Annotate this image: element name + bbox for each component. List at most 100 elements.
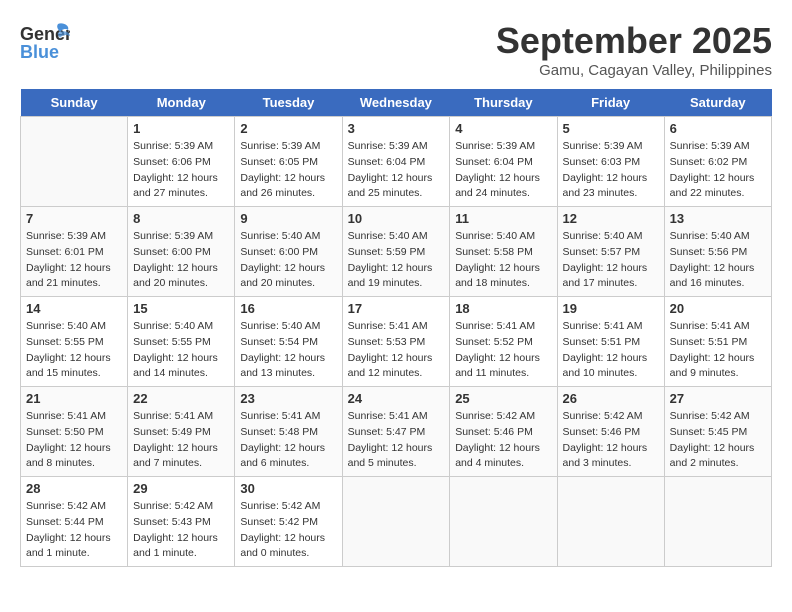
weekday-header-thursday: Thursday xyxy=(450,89,557,117)
day-cell: 12 Sunrise: 5:40 AMSunset: 5:57 PMDayligh… xyxy=(557,207,664,297)
day-cell xyxy=(557,477,664,567)
day-info: Sunrise: 5:41 AMSunset: 5:49 PMDaylight:… xyxy=(133,409,229,472)
day-cell: 15 Sunrise: 5:40 AMSunset: 5:55 PMDayligh… xyxy=(128,297,235,387)
day-number: 11 xyxy=(455,211,551,226)
day-info: Sunrise: 5:41 AMSunset: 5:47 PMDaylight:… xyxy=(348,409,445,472)
day-cell: 1 Sunrise: 5:39 AMSunset: 6:06 PMDaylight… xyxy=(128,117,235,207)
day-info: Sunrise: 5:42 AMSunset: 5:42 PMDaylight:… xyxy=(240,499,336,562)
day-number: 6 xyxy=(670,121,766,136)
day-info: Sunrise: 5:41 AMSunset: 5:48 PMDaylight:… xyxy=(240,409,336,472)
day-number: 13 xyxy=(670,211,766,226)
day-number: 29 xyxy=(133,481,229,496)
weekday-header-row: SundayMondayTuesdayWednesdayThursdayFrid… xyxy=(21,89,772,117)
day-info: Sunrise: 5:40 AMSunset: 5:56 PMDaylight:… xyxy=(670,229,766,292)
day-cell: 17 Sunrise: 5:41 AMSunset: 5:53 PMDayligh… xyxy=(342,297,450,387)
day-info: Sunrise: 5:39 AMSunset: 6:01 PMDaylight:… xyxy=(26,229,122,292)
day-cell: 7 Sunrise: 5:39 AMSunset: 6:01 PMDaylight… xyxy=(21,207,128,297)
day-cell: 29 Sunrise: 5:42 AMSunset: 5:43 PMDayligh… xyxy=(128,477,235,567)
day-number: 20 xyxy=(670,301,766,316)
day-number: 17 xyxy=(348,301,445,316)
day-cell: 14 Sunrise: 5:40 AMSunset: 5:55 PMDayligh… xyxy=(21,297,128,387)
day-cell: 22 Sunrise: 5:41 AMSunset: 5:49 PMDayligh… xyxy=(128,387,235,477)
day-number: 21 xyxy=(26,391,122,406)
day-info: Sunrise: 5:41 AMSunset: 5:51 PMDaylight:… xyxy=(670,319,766,382)
day-info: Sunrise: 5:39 AMSunset: 6:06 PMDaylight:… xyxy=(133,139,229,202)
day-number: 25 xyxy=(455,391,551,406)
weekday-header-saturday: Saturday xyxy=(664,89,771,117)
weekday-header-monday: Monday xyxy=(128,89,235,117)
day-info: Sunrise: 5:40 AMSunset: 5:59 PMDaylight:… xyxy=(348,229,445,292)
day-info: Sunrise: 5:40 AMSunset: 5:57 PMDaylight:… xyxy=(563,229,659,292)
day-info: Sunrise: 5:42 AMSunset: 5:46 PMDaylight:… xyxy=(455,409,551,472)
day-info: Sunrise: 5:40 AMSunset: 5:54 PMDaylight:… xyxy=(240,319,336,382)
day-number: 28 xyxy=(26,481,122,496)
day-number: 7 xyxy=(26,211,122,226)
svg-text:Blue: Blue xyxy=(20,42,59,62)
day-number: 15 xyxy=(133,301,229,316)
week-row-5: 28 Sunrise: 5:42 AMSunset: 5:44 PMDayligh… xyxy=(21,477,772,567)
page-header: General Blue September 2025 Gamu, Cagaya… xyxy=(20,20,772,79)
weekday-header-tuesday: Tuesday xyxy=(235,89,342,117)
day-number: 10 xyxy=(348,211,445,226)
day-number: 1 xyxy=(133,121,229,136)
day-info: Sunrise: 5:40 AMSunset: 5:55 PMDaylight:… xyxy=(133,319,229,382)
day-cell: 19 Sunrise: 5:41 AMSunset: 5:51 PMDayligh… xyxy=(557,297,664,387)
week-row-4: 21 Sunrise: 5:41 AMSunset: 5:50 PMDayligh… xyxy=(21,387,772,477)
day-cell: 26 Sunrise: 5:42 AMSunset: 5:46 PMDayligh… xyxy=(557,387,664,477)
day-number: 22 xyxy=(133,391,229,406)
logo: General Blue xyxy=(20,20,70,64)
day-number: 4 xyxy=(455,121,551,136)
day-cell: 21 Sunrise: 5:41 AMSunset: 5:50 PMDayligh… xyxy=(21,387,128,477)
day-number: 5 xyxy=(563,121,659,136)
day-info: Sunrise: 5:39 AMSunset: 6:04 PMDaylight:… xyxy=(455,139,551,202)
day-number: 8 xyxy=(133,211,229,226)
day-number: 2 xyxy=(240,121,336,136)
day-info: Sunrise: 5:41 AMSunset: 5:52 PMDaylight:… xyxy=(455,319,551,382)
day-number: 26 xyxy=(563,391,659,406)
day-cell: 4 Sunrise: 5:39 AMSunset: 6:04 PMDaylight… xyxy=(450,117,557,207)
day-info: Sunrise: 5:39 AMSunset: 6:02 PMDaylight:… xyxy=(670,139,766,202)
weekday-header-wednesday: Wednesday xyxy=(342,89,450,117)
day-number: 27 xyxy=(670,391,766,406)
day-info: Sunrise: 5:40 AMSunset: 5:55 PMDaylight:… xyxy=(26,319,122,382)
day-info: Sunrise: 5:42 AMSunset: 5:43 PMDaylight:… xyxy=(133,499,229,562)
day-cell: 24Sunrise: 5:41 AMSunset: 5:47 PMDayligh… xyxy=(342,387,450,477)
month-title: September 2025 xyxy=(496,20,772,62)
day-number: 12 xyxy=(563,211,659,226)
day-number: 3 xyxy=(348,121,445,136)
day-cell: 11Sunrise: 5:40 AMSunset: 5:58 PMDayligh… xyxy=(450,207,557,297)
day-number: 14 xyxy=(26,301,122,316)
week-row-1: 1 Sunrise: 5:39 AMSunset: 6:06 PMDaylight… xyxy=(21,117,772,207)
day-cell: 30 Sunrise: 5:42 AMSunset: 5:42 PMDayligh… xyxy=(235,477,342,567)
day-cell: 13 Sunrise: 5:40 AMSunset: 5:56 PMDayligh… xyxy=(664,207,771,297)
logo-icon: General Blue xyxy=(20,20,70,64)
day-cell: 8 Sunrise: 5:39 AMSunset: 6:00 PMDaylight… xyxy=(128,207,235,297)
day-info: Sunrise: 5:42 AMSunset: 5:44 PMDaylight:… xyxy=(26,499,122,562)
calendar-table: SundayMondayTuesdayWednesdayThursdayFrid… xyxy=(20,89,772,567)
day-number: 18 xyxy=(455,301,551,316)
day-info: Sunrise: 5:41 AMSunset: 5:51 PMDaylight:… xyxy=(563,319,659,382)
day-cell: 10 Sunrise: 5:40 AMSunset: 5:59 PMDayligh… xyxy=(342,207,450,297)
day-cell: 5Sunrise: 5:39 AMSunset: 6:03 PMDaylight… xyxy=(557,117,664,207)
day-cell: 16 Sunrise: 5:40 AMSunset: 5:54 PMDayligh… xyxy=(235,297,342,387)
day-info: Sunrise: 5:39 AMSunset: 6:00 PMDaylight:… xyxy=(133,229,229,292)
day-cell: 20 Sunrise: 5:41 AMSunset: 5:51 PMDayligh… xyxy=(664,297,771,387)
location: Gamu, Cagayan Valley, Philippines xyxy=(496,62,772,79)
weekday-header-sunday: Sunday xyxy=(21,89,128,117)
day-number: 16 xyxy=(240,301,336,316)
day-info: Sunrise: 5:41 AMSunset: 5:50 PMDaylight:… xyxy=(26,409,122,472)
day-cell xyxy=(664,477,771,567)
day-cell: 23Sunrise: 5:41 AMSunset: 5:48 PMDayligh… xyxy=(235,387,342,477)
week-row-3: 14 Sunrise: 5:40 AMSunset: 5:55 PMDayligh… xyxy=(21,297,772,387)
day-info: Sunrise: 5:39 AMSunset: 6:04 PMDaylight:… xyxy=(348,139,445,202)
day-cell: 25 Sunrise: 5:42 AMSunset: 5:46 PMDayligh… xyxy=(450,387,557,477)
day-number: 19 xyxy=(563,301,659,316)
day-info: Sunrise: 5:41 AMSunset: 5:53 PMDaylight:… xyxy=(348,319,445,382)
day-info: Sunrise: 5:40 AMSunset: 6:00 PMDaylight:… xyxy=(240,229,336,292)
day-info: Sunrise: 5:39 AMSunset: 6:05 PMDaylight:… xyxy=(240,139,336,202)
day-cell: 3 Sunrise: 5:39 AMSunset: 6:04 PMDaylight… xyxy=(342,117,450,207)
day-cell: 2 Sunrise: 5:39 AMSunset: 6:05 PMDaylight… xyxy=(235,117,342,207)
day-info: Sunrise: 5:42 AMSunset: 5:46 PMDaylight:… xyxy=(563,409,659,472)
title-block: September 2025 Gamu, Cagayan Valley, Phi… xyxy=(496,20,772,79)
day-number: 30 xyxy=(240,481,336,496)
